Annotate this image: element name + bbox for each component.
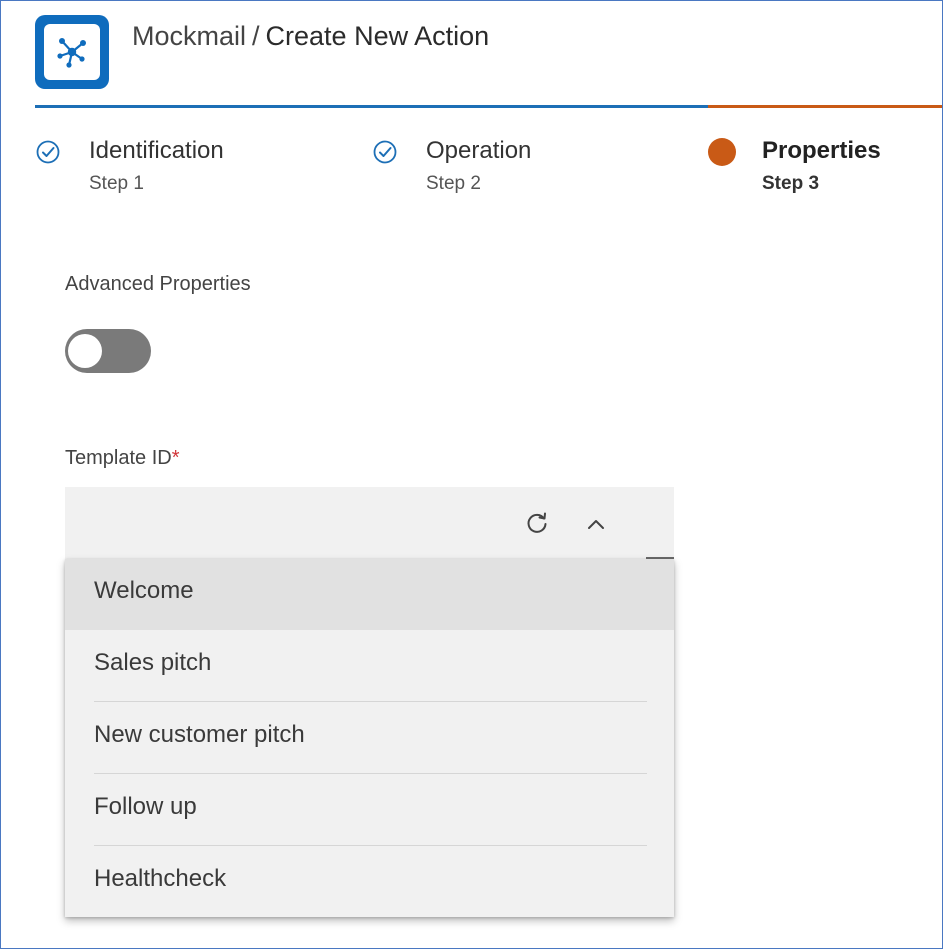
breadcrumb-separator: / bbox=[252, 21, 260, 51]
advanced-properties-toggle[interactable] bbox=[65, 329, 151, 373]
option-label: Sales pitch bbox=[94, 649, 212, 676]
network-hub-icon bbox=[57, 38, 86, 68]
wizard-progress-fill bbox=[35, 105, 708, 108]
check-circle-icon bbox=[373, 140, 397, 164]
step-title: Operation bbox=[426, 137, 532, 164]
divider bbox=[94, 701, 647, 702]
option-label: Follow up bbox=[94, 793, 197, 820]
required-mark: * bbox=[171, 447, 180, 469]
option-label: Healthcheck bbox=[94, 865, 227, 892]
option-sales-pitch[interactable]: Sales pitch bbox=[65, 631, 674, 702]
divider bbox=[94, 773, 647, 774]
app-logo bbox=[35, 15, 109, 89]
chevron-up-icon[interactable] bbox=[583, 511, 609, 537]
option-follow-up[interactable]: Follow up bbox=[65, 775, 674, 846]
option-welcome[interactable]: Welcome bbox=[65, 559, 674, 630]
step-subtitle: Step 1 bbox=[89, 173, 144, 194]
divider bbox=[94, 845, 647, 846]
template-id-label-text: Template ID bbox=[65, 447, 172, 469]
step-subtitle: Step 2 bbox=[426, 173, 481, 194]
wizard-panel: Mockmail / Create New Action Identificatio… bbox=[0, 0, 943, 949]
check-circle-icon bbox=[36, 140, 60, 164]
page-title: Create New Action bbox=[265, 21, 490, 51]
step-title: Identification bbox=[89, 137, 224, 164]
toggle-knob bbox=[68, 334, 102, 368]
breadcrumb-app-link[interactable]: Mockmail bbox=[132, 21, 246, 51]
step-title: Properties bbox=[762, 137, 881, 164]
option-label: New customer pitch bbox=[94, 721, 305, 748]
active-dot-icon bbox=[708, 138, 736, 166]
option-new-customer-pitch[interactable]: New customer pitch bbox=[65, 703, 674, 774]
step-subtitle: Step 3 bbox=[762, 173, 820, 194]
template-options-list: Welcome Sales pitch New customer pitch F… bbox=[65, 559, 674, 917]
refresh-icon[interactable] bbox=[523, 509, 551, 537]
breadcrumb: Mockmail / Create New Action bbox=[132, 19, 489, 53]
template-id-label: Template ID* bbox=[65, 447, 180, 470]
option-healthcheck[interactable]: Healthcheck bbox=[65, 847, 674, 918]
advanced-properties-label: Advanced Properties bbox=[65, 273, 251, 295]
wizard-progress-bar bbox=[35, 105, 942, 108]
option-label: Welcome bbox=[94, 577, 194, 604]
